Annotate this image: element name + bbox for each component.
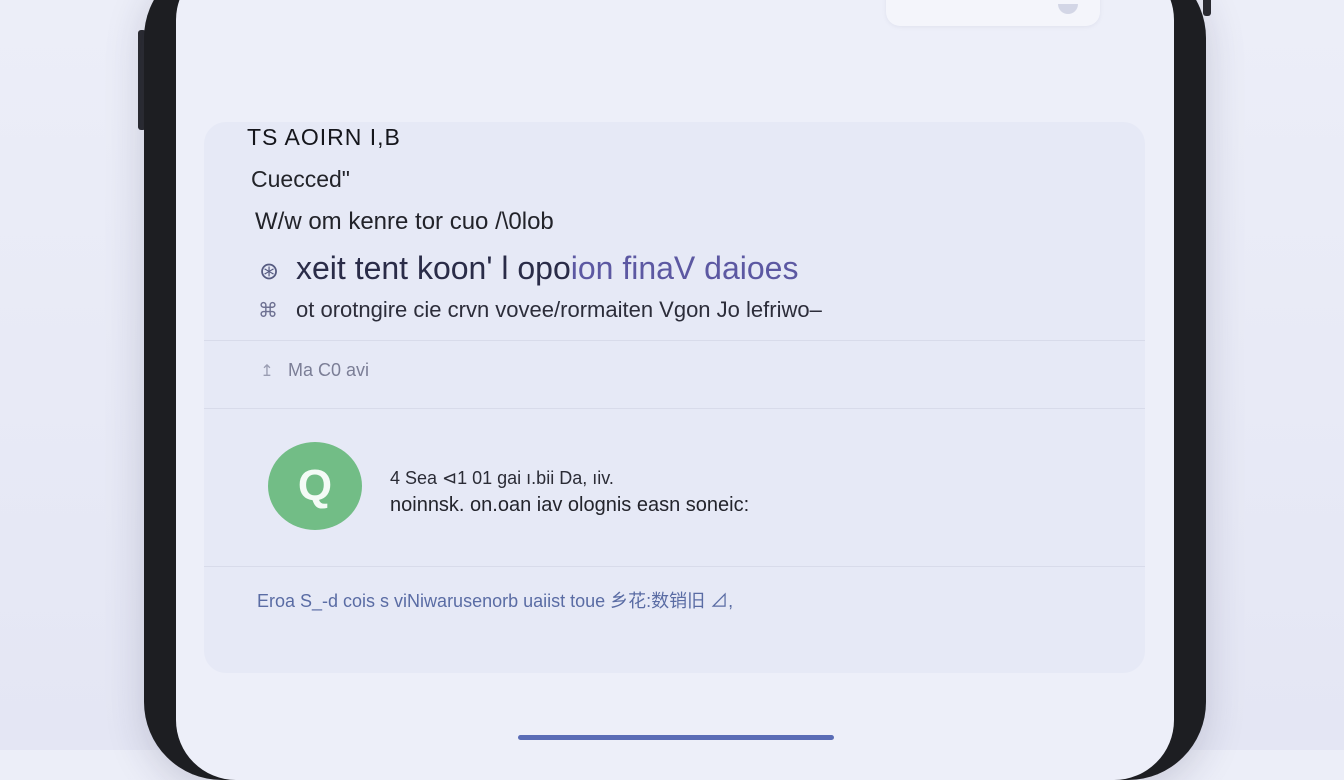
avatar[interactable]: Q (268, 442, 362, 530)
headline-highlight: ion finaV daioes (570, 250, 799, 286)
card-meta: ↥ Ma C0 avi (256, 360, 369, 381)
pill-indicator-icon (1058, 4, 1078, 14)
notification-card[interactable]: TS AOIRN I,B Cuecced" W/w om kenre tor c… (204, 122, 1145, 673)
badge-icon: ⊛ (258, 258, 280, 285)
share-icon[interactable]: ↥ (256, 361, 278, 381)
message-body: noinnsk. on.oan iav olognis easn soneic: (390, 494, 750, 516)
card-subtitle: Cuecced" (251, 166, 350, 192)
top-pill-button[interactable] (886, 0, 1100, 26)
card-title: TS AOIRN I,B (247, 124, 401, 150)
detail-text: ot orotngire cie crvn vovee/rormaiten Vg… (296, 297, 822, 322)
divider (204, 340, 1145, 341)
card-headline: ⊛ xeit tent koon' l opoion finaV daioes (254, 250, 799, 287)
message-header: 4 Sea ⊲1 01 gai ı.bii Da, ıiv. (390, 468, 614, 488)
card-detail: ⌘ ot orotngire cie crvn vovee/rormaiten V… (254, 297, 822, 323)
phone-side-button-right (1203, 0, 1211, 16)
divider (204, 566, 1145, 567)
command-icon: ⌘ (258, 300, 278, 322)
divider (204, 408, 1145, 409)
card-line: W/w om kenre tor cuo /\0lob (255, 208, 554, 235)
meta-text: Ma C0 avi (288, 360, 370, 380)
footer-link[interactable]: Eroa S_-d cois s viNiwarusenorb uaiist t… (257, 587, 733, 613)
headline-text: xeit tent koon' l opo (296, 250, 571, 286)
home-indicator[interactable] (518, 735, 834, 740)
phone-screen: — · — · · · TS AOIRN I,B Cuecced" W/w om… (176, 0, 1174, 780)
top-status-text: — · — · · · (256, 0, 344, 2)
